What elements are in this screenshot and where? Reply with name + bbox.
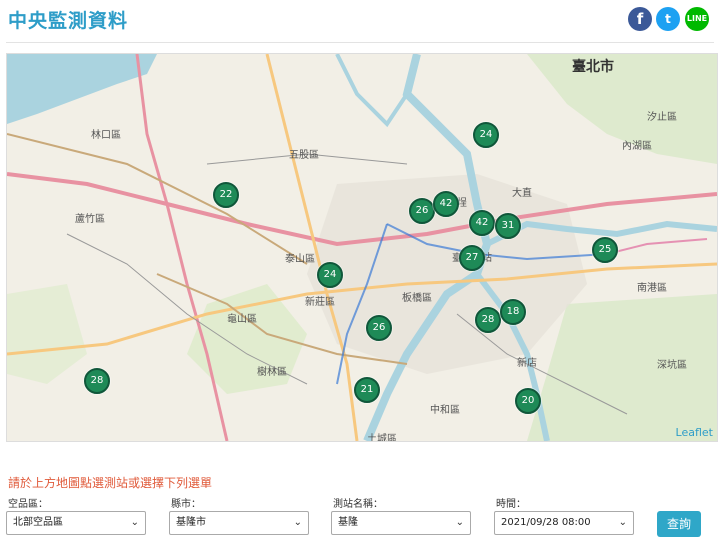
twitter-icon[interactable]: t (656, 7, 680, 31)
area-select[interactable]: 北部空品區 ⌄ (6, 511, 146, 535)
station-marker[interactable]: 24 (317, 262, 343, 288)
station-select-value: 基隆 (338, 517, 358, 528)
place-label: 土城區 (367, 434, 397, 442)
time-label: 時間： (496, 499, 526, 510)
place-label: 大直 (512, 188, 532, 199)
station-marker[interactable]: 28 (84, 368, 110, 394)
place-label: 汐止區 (647, 112, 677, 123)
query-button[interactable]: 查詢 (657, 511, 701, 537)
chevron-down-icon: ⌄ (618, 517, 627, 528)
page-header: 中央監測資料 f t LINE (0, 0, 720, 40)
station-marker[interactable]: 31 (495, 213, 521, 239)
selection-prompt: 請於上方地圖點選測站或選擇下列選單 (8, 476, 213, 490)
place-label: 蘆竹區 (75, 214, 105, 225)
station-select[interactable]: 基隆 ⌄ (331, 511, 471, 535)
county-label: 縣市： (171, 499, 201, 510)
station-marker[interactable]: 20 (515, 388, 541, 414)
facebook-icon[interactable]: f (628, 7, 652, 31)
place-label: 新店 (517, 358, 537, 369)
time-select[interactable]: 2021/09/28 08:00 ⌄ (494, 511, 634, 535)
place-label: 板橋區 (402, 293, 432, 304)
line-icon[interactable]: LINE (685, 7, 709, 31)
station-marker[interactable]: 18 (500, 299, 526, 325)
station-marker[interactable]: 21 (354, 377, 380, 403)
station-marker[interactable]: 25 (592, 237, 618, 263)
chevron-down-icon: ⌄ (455, 517, 464, 528)
place-label: 林口區 (91, 130, 121, 141)
place-label: 新莊區 (305, 297, 335, 308)
county-select-value: 基隆市 (176, 517, 206, 528)
place-label: 龜山區 (227, 314, 257, 325)
station-marker[interactable]: 42 (469, 210, 495, 236)
leaflet-attribution[interactable]: Leaflet (676, 426, 713, 439)
place-label: 內湖區 (622, 141, 652, 152)
chevron-down-icon: ⌄ (293, 517, 302, 528)
station-marker[interactable]: 26 (366, 315, 392, 341)
place-label: 中和區 (430, 405, 460, 416)
station-map[interactable]: 臺北市 林口區 蘆竹區 五股區 泰山區 新莊區 龜山區 樹林區 土城區 中和區 … (6, 53, 718, 442)
county-select[interactable]: 基隆市 ⌄ (169, 511, 309, 535)
page-title: 中央監測資料 (8, 10, 129, 32)
chevron-down-icon: ⌄ (130, 517, 139, 528)
place-label: 深坑區 (657, 360, 687, 371)
place-label: 五股區 (289, 150, 319, 161)
city-label: 臺北市 (572, 59, 614, 75)
place-label: 樹林區 (257, 367, 287, 378)
area-select-value: 北部空品區 (13, 517, 63, 528)
area-label: 空品區： (8, 499, 48, 510)
time-select-value: 2021/09/28 08:00 (501, 517, 591, 528)
station-label: 測站名稱： (333, 499, 383, 510)
place-label: 南港區 (637, 283, 667, 294)
header-divider (6, 42, 714, 43)
station-marker[interactable]: 22 (213, 182, 239, 208)
station-marker[interactable]: 28 (475, 307, 501, 333)
station-marker[interactable]: 26 (409, 198, 435, 224)
station-marker[interactable]: 24 (473, 122, 499, 148)
station-marker[interactable]: 27 (459, 245, 485, 271)
station-marker[interactable]: 42 (433, 191, 459, 217)
place-label: 泰山區 (285, 254, 315, 265)
